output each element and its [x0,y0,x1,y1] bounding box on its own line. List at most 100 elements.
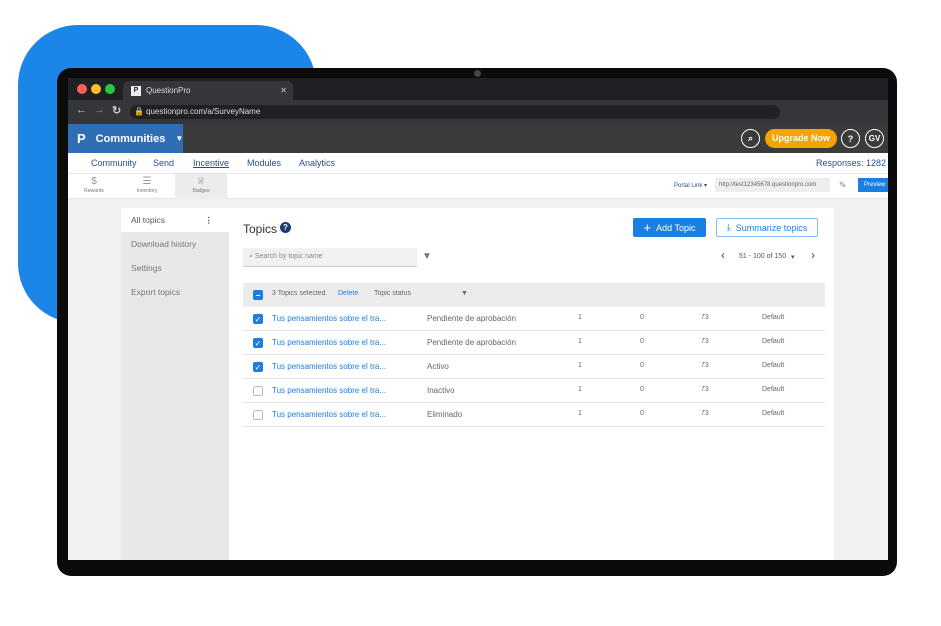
topic-type: Default [762,410,785,417]
summarize-label: Summarize topics [735,222,808,233]
topic-status: Inactivo [427,386,455,395]
cell-count-1: 1 [578,314,582,321]
cell-count-1: 1 [578,410,582,417]
browser-tab[interactable]: P QuestionPro ✕ [123,81,293,100]
minimize-window-icon[interactable] [91,84,101,94]
close-window-icon[interactable] [77,84,87,94]
help-circle-icon[interactable]: ? [280,222,291,233]
preview-button[interactable]: Preview [858,178,888,192]
sidebar-item-all-topics[interactable]: All topics ⋮ [121,208,229,232]
camera-icon [474,70,481,77]
topic-name-link[interactable]: Tus pensamientos sobre el tra... [272,362,386,371]
cell-count-3: 73 [701,314,709,321]
help-icon[interactable]: ? [841,129,860,148]
row-checkbox[interactable] [253,386,263,396]
row-checkbox[interactable]: ✓ [253,338,263,348]
select-all-checkbox[interactable]: − [253,290,263,300]
summarize-topics-button[interactable]: ⤓ Summarize topics [716,218,818,237]
sidebar-item-download-history[interactable]: Download history [121,232,229,256]
topic-name-link[interactable]: Tus pensamientos sobre el tra... [272,314,386,323]
topic-type: Default [762,386,785,393]
trophy-icon: ♕ [196,176,206,187]
bulk-action-bar: − 3 Topics selected Delete Topic status … [243,283,825,307]
portal-link-dropdown[interactable]: Portal Link ▾ [674,182,707,189]
cell-count-2: 0 [640,338,644,345]
topic-name-link[interactable]: Tus pensamientos sobre el tra... [272,386,386,395]
page-size-dropdown-icon[interactable]: ▾ [791,253,795,261]
search-icon[interactable]: ⌕ [741,129,760,148]
nav-incentive[interactable]: Incentive [193,158,229,168]
next-page-icon[interactable]: › [811,248,815,262]
nav-send[interactable]: Send [153,158,174,168]
cell-count-3: 73 [701,410,709,417]
tab-title: QuestionPro [146,86,191,95]
p-logo-icon: P [77,131,86,146]
avatar[interactable]: GV [865,129,884,148]
rewards-label: Rewards [84,188,104,194]
add-topic-label: Add Topic [656,222,696,233]
chevron-down-icon: ▼ [461,290,468,297]
subnav-badges[interactable]: ♕ Badges [175,174,227,199]
cell-count-1: 1 [578,338,582,345]
questionpro-logo-icon: P [131,85,141,96]
portal-url-field[interactable]: http://test12345678.questionpro.com [715,178,830,192]
row-checkbox[interactable]: ✓ [253,314,263,324]
close-tab-icon[interactable]: ✕ [280,86,287,95]
more-vertical-icon[interactable]: ⋮ [205,208,214,232]
table-row: Tus pensamientos sobre el tra... Elimina… [243,403,825,427]
search-placeholder: Search by topic name [254,253,323,260]
search-input[interactable]: ⌕ Search by topic name [243,248,417,267]
url-text: questionpro.com/a/SurveyName [146,107,261,116]
cell-count-3: 73 [701,386,709,393]
forward-icon[interactable]: → [94,104,105,116]
chevron-down-icon: ▼ [175,134,184,143]
cell-count-2: 0 [640,362,644,369]
maximize-window-icon[interactable] [105,84,115,94]
row-checkbox[interactable] [253,410,263,420]
filter-icon[interactable]: ▼ [422,251,432,262]
portal-link-label: Portal Link [674,183,703,189]
edit-pencil-icon[interactable]: ✎ [839,180,847,191]
prev-page-icon[interactable]: ‹ [721,248,725,262]
sidebar-item-settings[interactable]: Settings [121,256,229,280]
sidebar: All topics ⋮ Download history Settings Ex… [121,208,229,560]
responses-count: Responses: 1282 [816,158,887,168]
nav-modules[interactable]: Modules [247,158,281,168]
topic-status: Activo [427,362,449,371]
topic-name-link[interactable]: Tus pensamientos sobre el tra... [272,338,386,347]
cell-count-3: 73 [701,338,709,345]
row-checkbox[interactable]: ✓ [253,362,263,372]
topic-status: Eliminado [427,410,463,419]
topic-type: Default [762,362,785,369]
back-icon[interactable]: ← [76,104,87,116]
add-topic-button[interactable]: + Add Topic [633,218,706,237]
subnav-inventory[interactable]: ☰ Inventory [121,174,173,199]
topic-status: Pendiente de aprobación [427,338,516,347]
download-icon: ⤓ [726,222,731,232]
subnav-rewards[interactable]: $ Rewards [68,174,120,199]
browser-tab-bar: P QuestionPro ✕ [68,78,888,100]
reload-icon[interactable]: ↻ [112,104,121,117]
table-row: ✓ Tus pensamientos sobre el tra... Pendi… [243,331,825,355]
inventory-label: Inventory [136,188,158,194]
address-bar: ← → ↻ 🔒 questionpro.com/a/SurveyName [68,100,888,124]
cell-count-3: 73 [701,362,709,369]
table-row: ✓ Tus pensamientos sobre el tra... Activ… [243,355,825,379]
table-row: ✓ Tus pensamientos sobre el tra... Pendi… [243,307,825,331]
delete-link[interactable]: Delete [338,290,358,297]
communities-menu[interactable]: P Communities ▼ [68,124,183,153]
upgrade-button[interactable]: Upgrade Now [765,129,837,148]
screen: P QuestionPro ✕ ← → ↻ 🔒 questionpro.com/… [68,78,888,560]
nav-community[interactable]: Community [91,158,137,168]
main-nav: Community Send Incentive Modules Analyti… [68,153,888,174]
brand-label: Communities [95,132,166,145]
topic-name-link[interactable]: Tus pensamientos sobre el tra... [272,410,386,419]
url-field[interactable]: 🔒 questionpro.com/a/SurveyName [130,105,780,119]
topic-type: Default [762,314,785,321]
pagination-range: 51 - 100 of 150 [739,253,787,260]
main-panel: Topics ? + Add Topic ⤓ Summarize topics ⌕ … [229,208,834,560]
topic-status-dropdown[interactable]: Topic status [374,290,411,297]
nav-analytics[interactable]: Analytics [299,158,335,168]
sidebar-item-export-topics[interactable]: Export topics [121,280,229,304]
app-header: P Communities ▼ ⌕ Upgrade Now ? GV [68,124,888,153]
